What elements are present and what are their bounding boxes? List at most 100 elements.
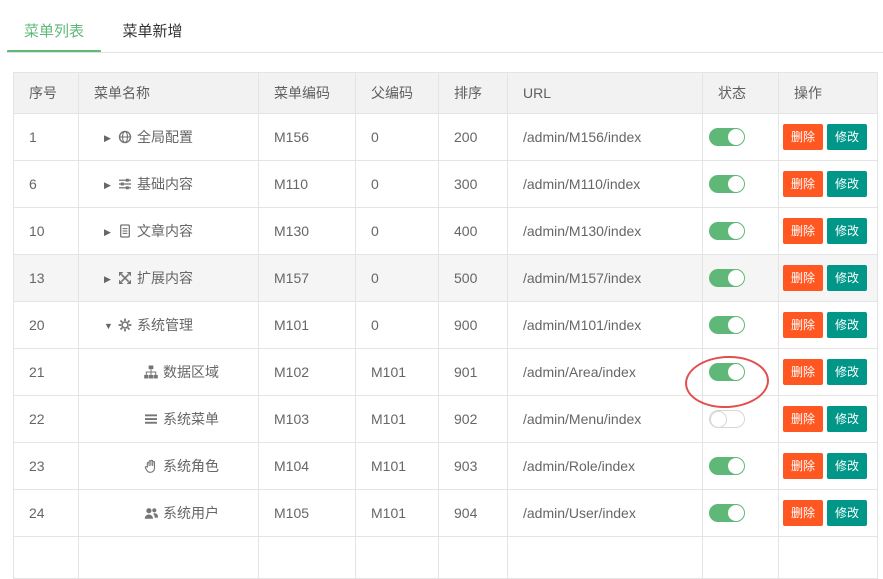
table-row-partial xyxy=(14,537,878,579)
menu-name-label: 系统菜单 xyxy=(163,411,219,427)
table-row: 23系统角色M104M101903/admin/Role/index删除修改 xyxy=(14,443,878,490)
url-cell: /admin/M101/index xyxy=(508,302,703,349)
caret-right-icon[interactable]: ▶ xyxy=(104,133,118,144)
delete-button[interactable]: 删除 xyxy=(783,406,823,432)
menu-name-label: 文章内容 xyxy=(137,223,193,239)
table-row: 22系统菜单M103M101902/admin/Menu/index删除修改 xyxy=(14,396,878,443)
sort-cell: 200 xyxy=(439,114,508,161)
parent-code-cell: 0 xyxy=(356,114,439,161)
delete-button[interactable]: 删除 xyxy=(783,453,823,479)
status-toggle[interactable] xyxy=(709,457,745,475)
status-cell xyxy=(703,396,779,443)
serial-cell: 20 xyxy=(14,302,79,349)
edit-button[interactable]: 修改 xyxy=(827,218,867,244)
menu-code-cell: M110 xyxy=(259,161,356,208)
serial-cell: 10 xyxy=(14,208,79,255)
hand-icon xyxy=(144,459,158,476)
col-header-sort: 排序 xyxy=(439,73,508,114)
menu-name-label: 数据区域 xyxy=(163,364,219,380)
delete-button[interactable]: 删除 xyxy=(783,171,823,197)
menu-name-cell: ▶ 扩展内容 xyxy=(79,255,259,302)
edit-button[interactable]: 修改 xyxy=(827,265,867,291)
table-row: 6▶基础内容M1100300/admin/M110/index删除修改 xyxy=(14,161,878,208)
gear-icon xyxy=(118,318,132,335)
caret-right-icon[interactable]: ▶ xyxy=(104,180,118,191)
file-text-icon xyxy=(118,224,132,241)
delete-button[interactable]: 删除 xyxy=(783,265,823,291)
empty-cell xyxy=(508,537,703,579)
edit-button[interactable]: 修改 xyxy=(827,406,867,432)
delete-button[interactable]: 删除 xyxy=(783,218,823,244)
status-cell xyxy=(703,161,779,208)
status-toggle[interactable] xyxy=(709,363,745,381)
serial-cell: 23 xyxy=(14,443,79,490)
parent-code-cell: 0 xyxy=(356,255,439,302)
table-row: 21数据区域M102M101901/admin/Area/index删除修改 xyxy=(14,349,878,396)
tab-bar: 菜单列表 菜单新增 xyxy=(0,0,883,54)
empty-cell xyxy=(259,537,356,579)
tab-menu-add[interactable]: 菜单新增 xyxy=(105,15,199,53)
menu-name-cell: ▶全局配置 xyxy=(79,114,259,161)
edit-button[interactable]: 修改 xyxy=(827,171,867,197)
status-toggle[interactable] xyxy=(709,128,745,146)
caret-right-icon[interactable]: ▶ xyxy=(104,274,118,285)
status-cell xyxy=(703,443,779,490)
col-header-serial: 序号 xyxy=(14,73,79,114)
menu-name-cell: ▶基础内容 xyxy=(79,161,259,208)
edit-button[interactable]: 修改 xyxy=(827,359,867,385)
delete-button[interactable]: 删除 xyxy=(783,500,823,526)
menu-name-cell: ▶ 文章内容 xyxy=(79,208,259,255)
actions-cell: 删除修改 xyxy=(779,396,878,443)
empty-cell xyxy=(703,537,779,579)
empty-cell xyxy=(439,537,508,579)
status-toggle[interactable] xyxy=(709,175,745,193)
serial-cell: 22 xyxy=(14,396,79,443)
empty-cell xyxy=(779,537,878,579)
parent-code-cell: 0 xyxy=(356,161,439,208)
menu-name-cell: ▼ 系统管理 xyxy=(79,302,259,349)
parent-code-cell: M101 xyxy=(356,443,439,490)
edit-button[interactable]: 修改 xyxy=(827,500,867,526)
sort-cell: 300 xyxy=(439,161,508,208)
empty-cell xyxy=(79,537,259,579)
serial-cell: 21 xyxy=(14,349,79,396)
actions-cell: 删除修改 xyxy=(779,255,878,302)
table-header-row: 序号 菜单名称 菜单编码 父编码 排序 URL 状态 操作 xyxy=(14,73,878,114)
menu-code-cell: M101 xyxy=(259,302,356,349)
delete-button[interactable]: 删除 xyxy=(783,124,823,150)
caret-down-icon[interactable]: ▼ xyxy=(104,321,118,331)
edit-button[interactable]: 修改 xyxy=(827,453,867,479)
users-icon xyxy=(144,506,158,523)
tab-menu-list[interactable]: 菜单列表 xyxy=(7,15,101,53)
col-header-menu-code: 菜单编码 xyxy=(259,73,356,114)
list-icon xyxy=(144,412,158,429)
serial-cell: 13 xyxy=(14,255,79,302)
globe-icon xyxy=(118,130,132,147)
actions-cell: 删除修改 xyxy=(779,302,878,349)
delete-button[interactable]: 删除 xyxy=(783,312,823,338)
edit-button[interactable]: 修改 xyxy=(827,312,867,338)
status-toggle[interactable] xyxy=(709,222,745,240)
status-toggle[interactable] xyxy=(709,504,745,522)
parent-code-cell: M101 xyxy=(356,349,439,396)
status-cell xyxy=(703,255,779,302)
menu-code-cell: M105 xyxy=(259,490,356,537)
edit-button[interactable]: 修改 xyxy=(827,124,867,150)
menu-name-label: 扩展内容 xyxy=(137,270,193,286)
tab-menu-list-label: 菜单列表 xyxy=(24,23,84,40)
caret-right-icon[interactable]: ▶ xyxy=(104,227,118,238)
empty-cell xyxy=(356,537,439,579)
menu-name-label: 系统管理 xyxy=(137,317,193,333)
status-cell xyxy=(703,208,779,255)
sort-cell: 904 xyxy=(439,490,508,537)
status-toggle[interactable] xyxy=(709,410,745,428)
status-toggle[interactable] xyxy=(709,269,745,287)
menu-name-cell: 系统菜单 xyxy=(79,396,259,443)
status-toggle[interactable] xyxy=(709,316,745,334)
url-cell: /admin/Menu/index xyxy=(508,396,703,443)
delete-button[interactable]: 删除 xyxy=(783,359,823,385)
serial-cell: 1 xyxy=(14,114,79,161)
menu-name-cell: 系统角色 xyxy=(79,443,259,490)
table-row: 20▼系统管理M1010900/admin/M101/index删除修改 xyxy=(14,302,878,349)
menu-code-cell: M130 xyxy=(259,208,356,255)
